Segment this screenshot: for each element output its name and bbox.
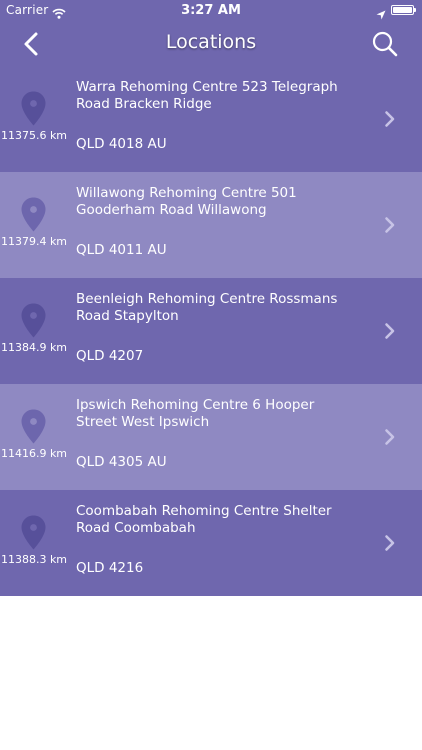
distance-label: 11375.6 km: [0, 129, 68, 142]
map-pin-icon: [21, 197, 46, 232]
distance-label: 11379.4 km: [0, 235, 68, 248]
location-name: Warra Rehoming Centre 523 Telegraph Road…: [76, 79, 338, 112]
location-row[interactable]: 11384.9 km Beenleigh Rehoming Centre Ross…: [0, 278, 422, 384]
chevron-left-icon: [24, 32, 38, 56]
status-bar: Carrier 3:27 AM: [0, 0, 422, 22]
location-postcode: QLD 4207: [76, 348, 144, 364]
location-row[interactable]: 11379.4 km Willawong Rehoming Centre 501 …: [0, 172, 422, 278]
map-pin-icon: [21, 303, 46, 338]
navigation-bar: Locations: [0, 22, 422, 66]
location-name: Coombabah Rehoming Centre Shelter Road C…: [76, 503, 332, 536]
distance-label: 11416.9 km: [0, 447, 68, 460]
distance-label: 11384.9 km: [0, 341, 68, 354]
location-postcode: QLD 4018 AU: [76, 136, 167, 152]
status-time: 3:27 AM: [181, 3, 241, 18]
map-pin-icon: [21, 515, 46, 550]
back-button[interactable]: [20, 31, 44, 57]
map-pin-icon: [21, 91, 46, 126]
location-row[interactable]: 11416.9 km Ipswich Rehoming Centre 6 Hoop…: [0, 384, 422, 490]
page-title: Locations: [165, 31, 257, 53]
location-name: Ipswich Rehoming Centre 6 Hooper Street …: [76, 397, 315, 430]
chevron-right-icon: [384, 428, 396, 446]
battery-icon: [391, 5, 416, 15]
location-postcode: QLD 4216: [76, 560, 144, 576]
chevron-right-icon: [384, 322, 396, 340]
location-name: Beenleigh Rehoming Centre Rossmans Road …: [76, 291, 338, 324]
location-row[interactable]: 11375.6 km Warra Rehoming Centre 523 Tele…: [0, 66, 422, 172]
chevron-right-icon: [384, 534, 396, 552]
location-name: Willawong Rehoming Centre 501 Gooderham …: [76, 185, 297, 218]
location-postcode: QLD 4011 AU: [76, 242, 167, 258]
search-button[interactable]: [371, 30, 399, 58]
search-icon: [372, 31, 398, 57]
location-row[interactable]: 11388.3 km Coombabah Rehoming Centre Shel…: [0, 490, 422, 596]
chevron-right-icon: [384, 216, 396, 234]
locations-list: 11375.6 km Warra Rehoming Centre 523 Tele…: [0, 66, 422, 596]
map-pin-icon: [21, 409, 46, 444]
distance-label: 11388.3 km: [0, 553, 68, 566]
chevron-right-icon: [384, 110, 396, 128]
location-postcode: QLD 4305 AU: [76, 454, 167, 470]
